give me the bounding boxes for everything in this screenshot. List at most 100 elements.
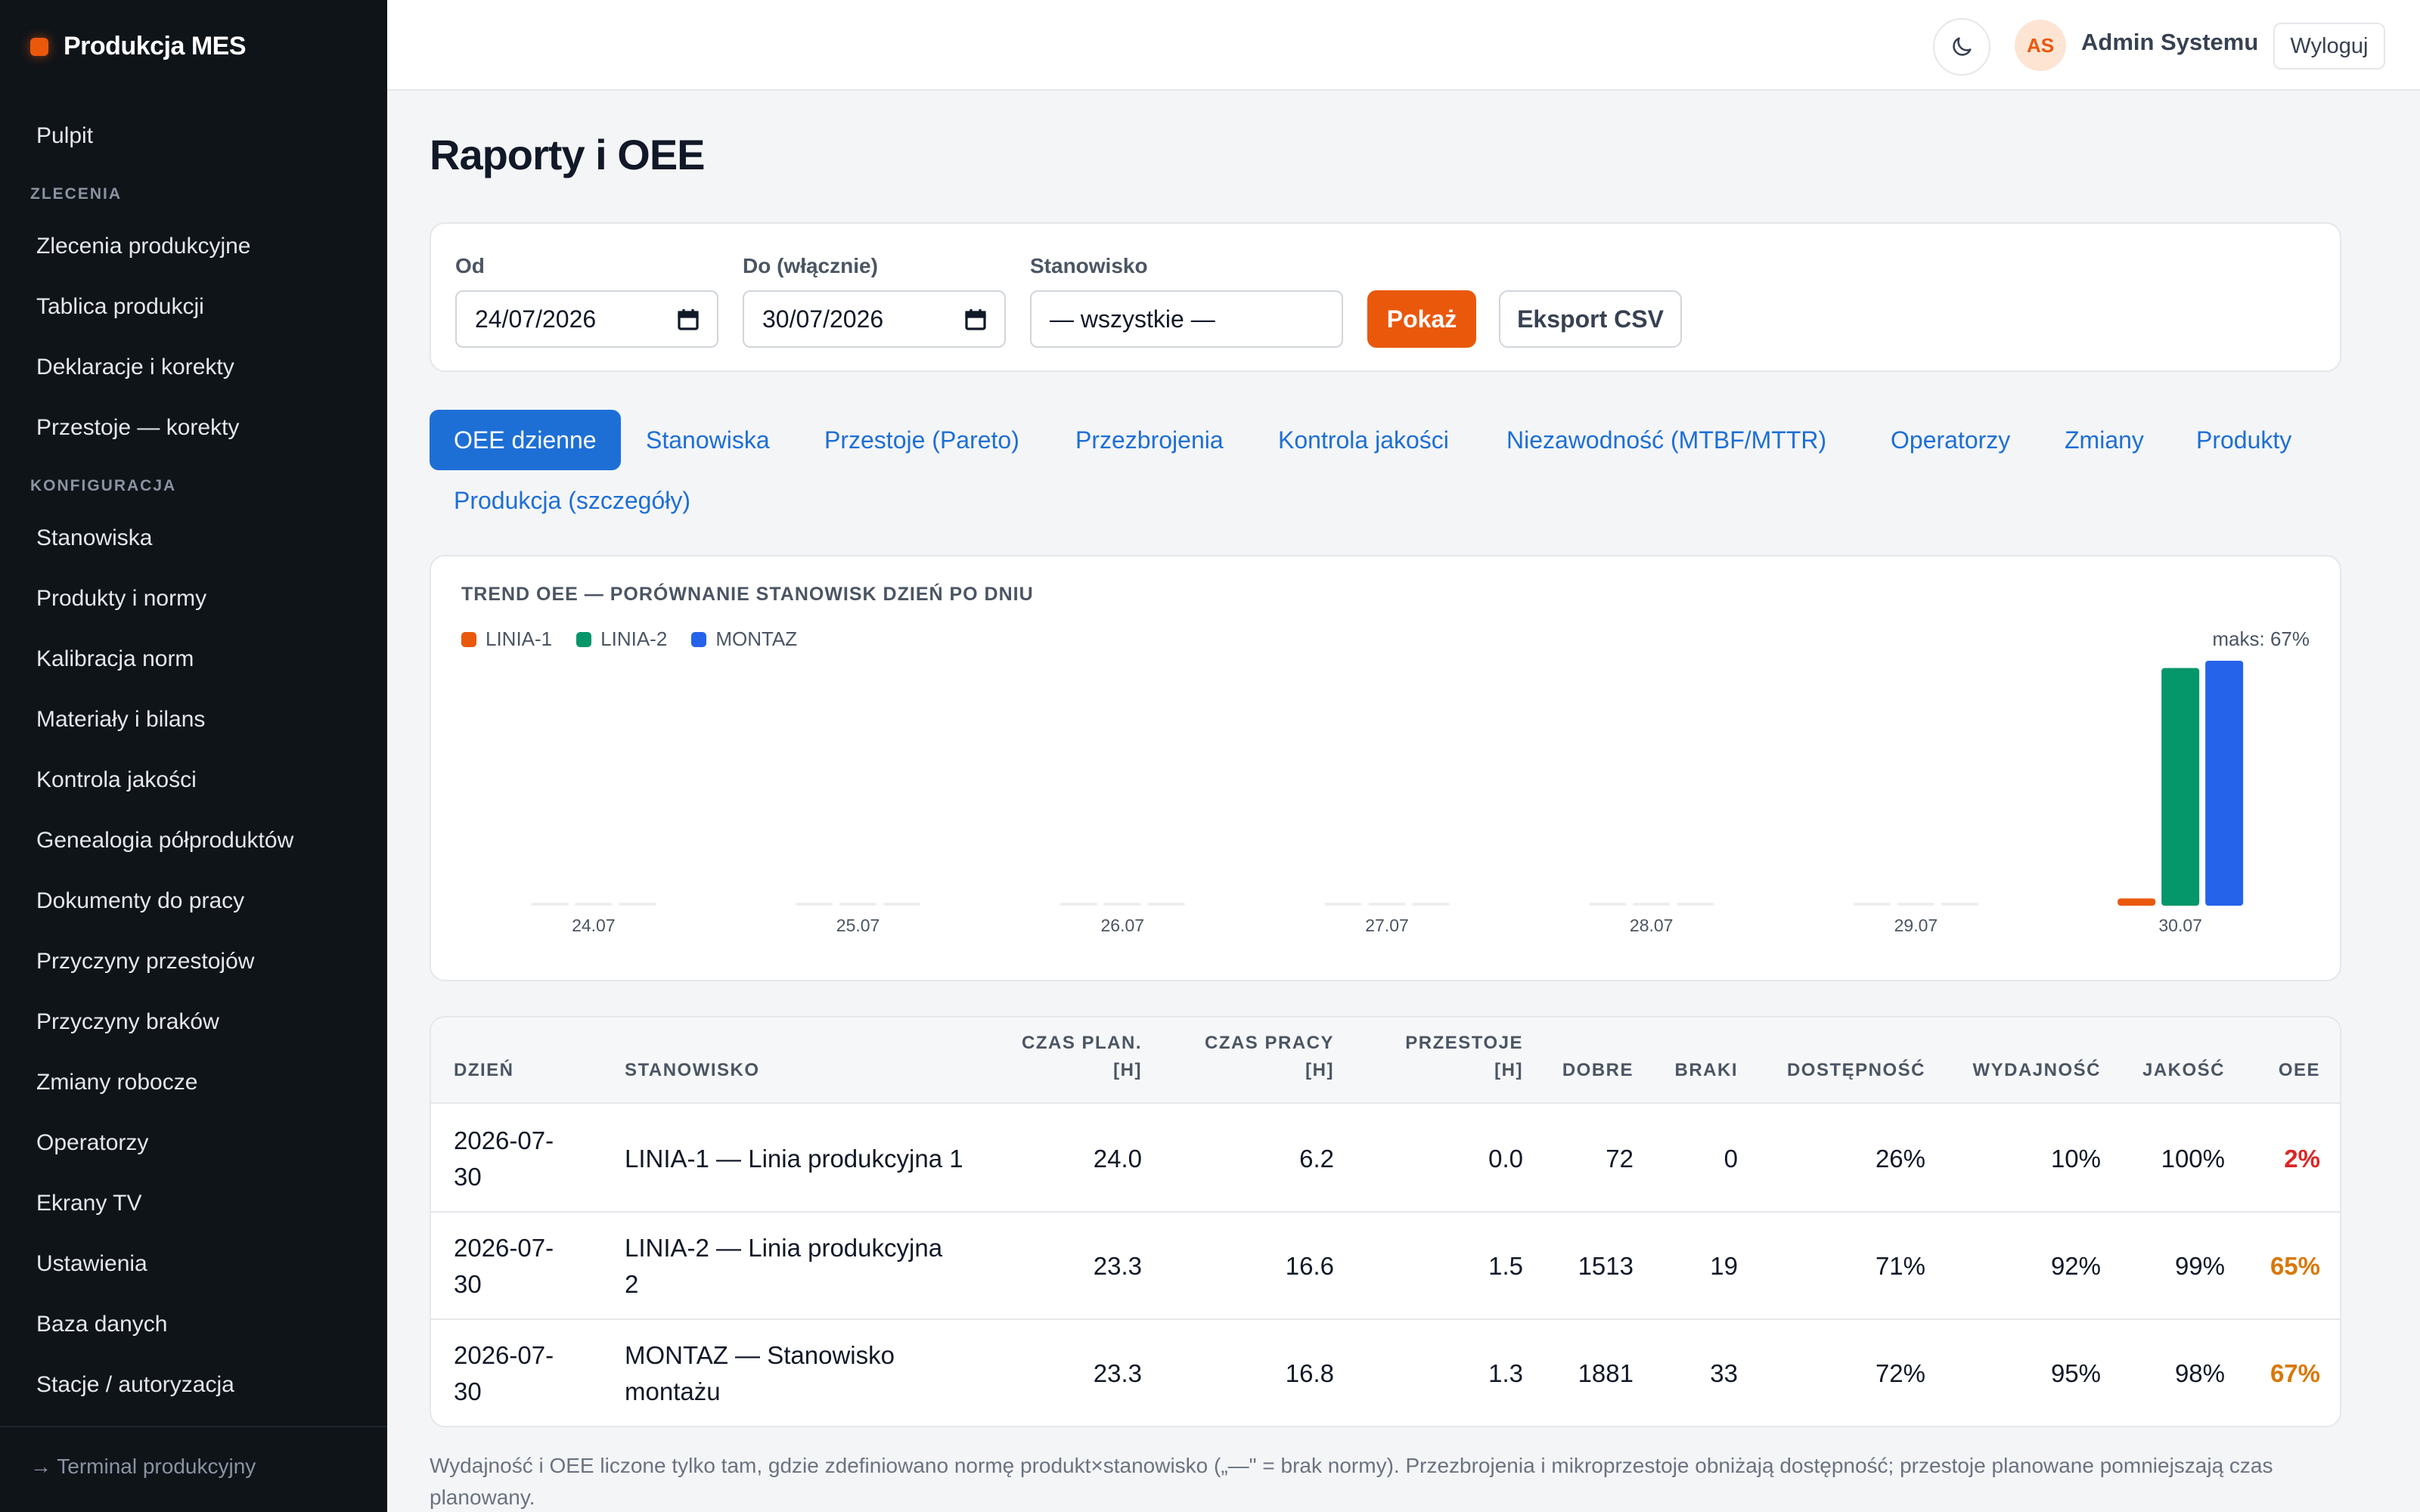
oee-trend-chart: TREND OEE — PORÓWNANIE STANOWISK DZIEŃ P… <box>430 555 2341 981</box>
cell-downtime: 1.3 <box>1488 1359 1523 1387</box>
sidebar-item-database[interactable]: Baza danych <box>0 1294 387 1355</box>
brand[interactable]: Produkcja MES <box>30 32 247 61</box>
terminal-link[interactable]: → Terminal produkcyjny <box>30 1455 256 1479</box>
cell-scrap: 19 <box>1710 1252 1738 1280</box>
show-button[interactable]: Pokaż <box>1367 290 1476 348</box>
chart-bar <box>839 903 877 906</box>
chart-bar <box>1632 903 1671 906</box>
to-date-label: Do (włącznie) <box>743 254 878 277</box>
sidebar-item-pulpit[interactable]: Pulpit <box>0 106 387 166</box>
sidebar-section-config: KONFIGURACJA <box>30 477 177 494</box>
cell-work-time: 6.2 <box>1299 1145 1334 1173</box>
tab-quality-control[interactable]: Kontrola jakości <box>1254 410 1473 470</box>
sidebar-item-operators[interactable]: Operatorzy <box>0 1113 387 1173</box>
chart-bar <box>1588 903 1627 906</box>
column-header-work-time[interactable]: CZAS PRACY [H] <box>1205 1030 1334 1084</box>
sidebar-item-scrap-reasons[interactable]: Przyczyny braków <box>0 992 387 1052</box>
chart-bar <box>2205 661 2244 906</box>
column-header-station[interactable]: STANOWISKO <box>625 1057 760 1084</box>
column-header-scrap[interactable]: BRAKI <box>1675 1057 1739 1084</box>
sidebar-item-products[interactable]: Produkty i normy <box>0 569 387 629</box>
legend-label: LINIA-1 <box>486 627 553 650</box>
column-header-oee[interactable]: OEE <box>2279 1057 2320 1084</box>
chart-bar <box>530 903 569 906</box>
export-csv-button[interactable]: Eksport CSV <box>1499 290 1682 348</box>
chart-bar <box>883 903 921 906</box>
brand-logo-icon <box>30 37 48 56</box>
user-name: Admin Systemu <box>2081 29 2259 55</box>
sidebar-item-stations[interactable]: Stanowiska <box>0 508 387 569</box>
theme-toggle-button[interactable] <box>1933 18 1990 76</box>
cell-scrap: 0 <box>1723 1145 1738 1173</box>
cell-oee: 2% <box>2284 1145 2320 1173</box>
station-select[interactable]: — wszystkie — <box>1030 290 1343 348</box>
tab-shifts[interactable]: Zmiany <box>2040 410 2168 470</box>
legend-item: MONTAZ <box>691 627 797 651</box>
cell-performance: 92% <box>2050 1252 2101 1280</box>
from-date-input[interactable]: 24/07/2026 <box>455 290 718 348</box>
tab-production-details[interactable]: Produkcja (szczegóły) <box>430 470 715 531</box>
table-row: 2026-07- 30 LINIA-1 — Linia produkcyjna 1… <box>431 1105 2340 1213</box>
column-header-performance[interactable]: WYDAJNOŚĆ <box>1972 1057 2101 1084</box>
sidebar-item-genealogy[interactable]: Genealogia półproduktów <box>0 810 387 871</box>
sidebar-item-declarations[interactable]: Deklaracje i korekty <box>0 337 387 398</box>
tab-operators[interactable]: Operatorzy <box>1866 410 2034 470</box>
legend-label: MONTAZ <box>715 627 798 650</box>
calendar-icon[interactable] <box>965 308 986 331</box>
calendar-icon[interactable] <box>678 308 699 331</box>
sidebar-item-stations-auth[interactable]: Stacje / autoryzacja <box>0 1355 387 1415</box>
sidebar-item-production-board[interactable]: Tablica produkcji <box>0 277 387 337</box>
chart-bar <box>1147 903 1186 906</box>
sidebar-item-shifts[interactable]: Zmiany robocze <box>0 1052 387 1113</box>
tab-reliability[interactable]: Niezawodność (MTBF/MTTR) <box>1482 410 1851 470</box>
cell-good: 1881 <box>1578 1359 1634 1387</box>
avatar[interactable]: AS <box>2015 20 2066 71</box>
station-label: Stanowisko <box>1030 254 1148 277</box>
chart-bar <box>1368 903 1406 906</box>
chart-bar <box>2118 898 2156 906</box>
column-header-downtime-line2: [H] <box>1494 1060 1523 1080</box>
sidebar-item-materials[interactable]: Materiały i bilans <box>0 689 387 750</box>
cell-downtime: 1.5 <box>1488 1252 1523 1280</box>
cell-performance: 10% <box>2050 1145 2101 1173</box>
sidebar: Produkcja MES Pulpit ZLECENIA Zlecenia p… <box>0 0 387 1512</box>
x-tick-label: 28.07 <box>1630 916 1674 933</box>
legend-swatch <box>691 631 707 647</box>
chart-bar <box>1060 903 1098 906</box>
sidebar-footer: → Terminal produkcyjny <box>0 1426 387 1512</box>
sidebar-item-quality-control[interactable]: Kontrola jakości <box>0 750 387 810</box>
column-header-quality[interactable]: JAKOŚĆ <box>2142 1057 2225 1084</box>
tab-oee-daily[interactable]: OEE dzienne <box>430 410 621 470</box>
sidebar-item-downtime-reasons[interactable]: Przyczyny przestojów <box>0 931 387 992</box>
chart-bar <box>1676 903 1714 906</box>
legend-item: LINIA-2 <box>576 627 667 651</box>
chart-max-label: maks: 67% <box>2212 627 2310 650</box>
tab-changeovers[interactable]: Przezbrojenia <box>1051 410 1248 470</box>
sidebar-item-downtime-corrections[interactable]: Przestoje — korekty <box>0 398 387 458</box>
column-header-downtime[interactable]: PRZESTOJE [H] <box>1405 1030 1523 1084</box>
tab-downtime-pareto[interactable]: Przestoje (Pareto) <box>800 410 1044 470</box>
sidebar-item-norm-calibration[interactable]: Kalibracja norm <box>0 629 387 689</box>
tab-products[interactable]: Produkty <box>2172 410 2316 470</box>
to-date-input[interactable]: 30/07/2026 <box>743 290 1006 348</box>
sidebar-item-tv-screens[interactable]: Ekrany TV <box>0 1173 387 1234</box>
column-header-day[interactable]: DZIEŃ <box>454 1057 514 1084</box>
legend-swatch <box>461 631 476 647</box>
oee-table: DZIEŃ STANOWISKO CZAS PLAN. [H] CZAS PRA… <box>430 1016 2341 1427</box>
chart-bar <box>1853 903 1891 906</box>
tab-stations[interactable]: Stanowiska <box>622 410 794 470</box>
cell-oee: 65% <box>2270 1252 2320 1280</box>
cell-availability: 26% <box>1875 1145 1925 1173</box>
logout-button[interactable]: Wyloguj <box>2273 23 2385 70</box>
cell-oee: 67% <box>2270 1359 2320 1387</box>
cell-quality: 98% <box>2174 1359 2225 1387</box>
column-header-good[interactable]: DOBRE <box>1562 1057 1634 1084</box>
x-tick-label: 26.07 <box>1101 916 1145 933</box>
sidebar-item-work-documents[interactable]: Dokumenty do pracy <box>0 871 387 931</box>
chart-bar <box>1897 903 1935 906</box>
column-header-plan-time[interactable]: CZAS PLAN. [H] <box>1022 1030 1142 1084</box>
sidebar-item-production-orders[interactable]: Zlecenia produkcyjne <box>0 216 387 277</box>
cell-quality: 99% <box>2174 1252 2225 1280</box>
column-header-availability[interactable]: DOSTĘPNOŚĆ <box>1787 1057 1925 1084</box>
sidebar-item-settings[interactable]: Ustawienia <box>0 1234 387 1294</box>
